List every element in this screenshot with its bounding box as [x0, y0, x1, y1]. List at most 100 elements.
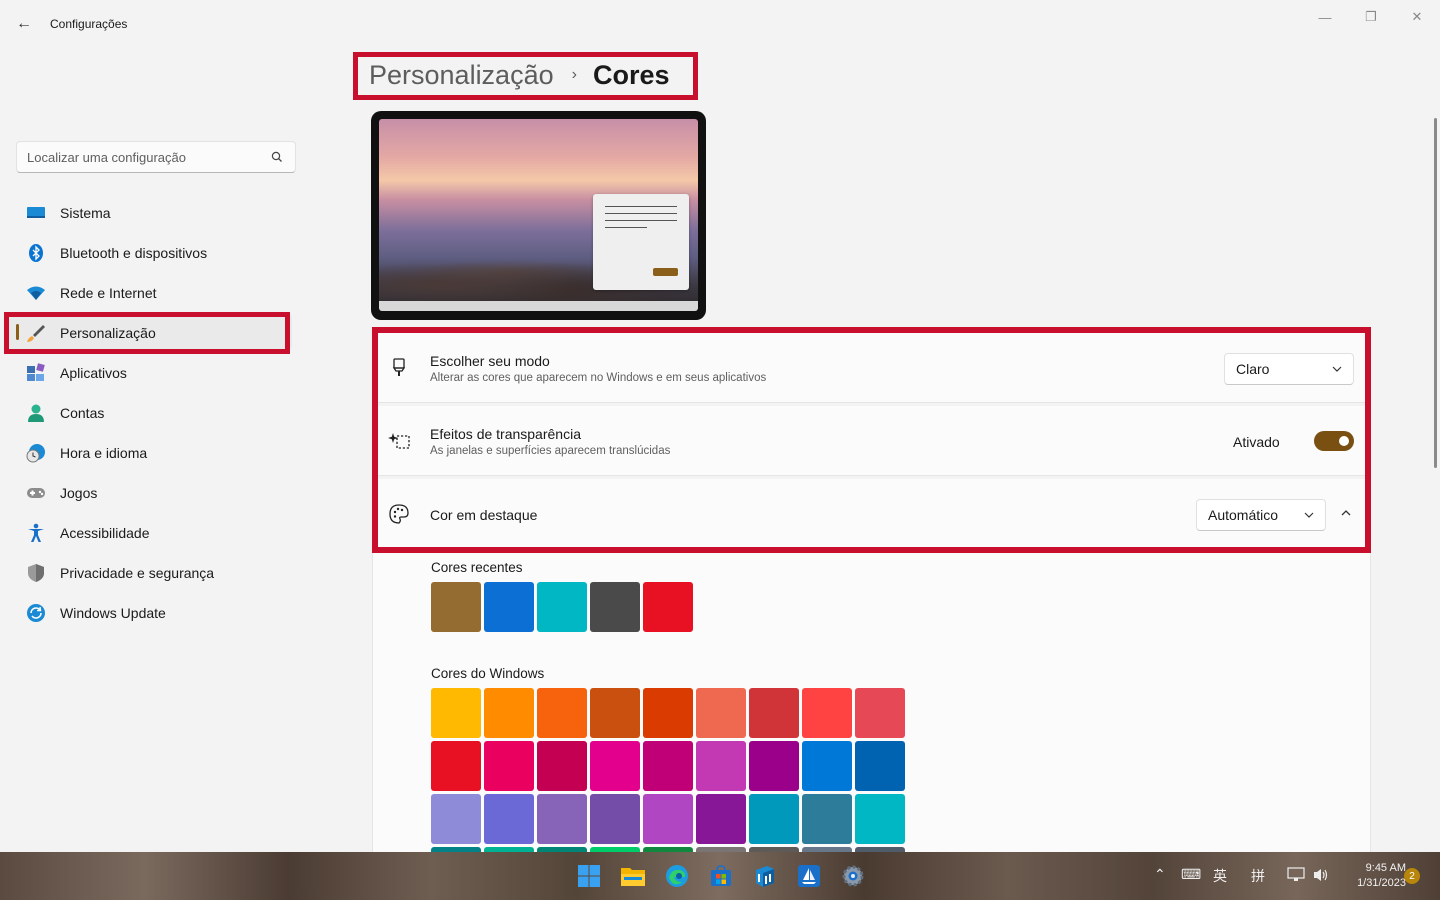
mode-dropdown-value: Claro [1236, 361, 1270, 377]
breadcrumb-chevron-icon: › [571, 66, 577, 83]
windows-color-swatch[interactable] [643, 688, 693, 738]
recent-color-swatch[interactable] [643, 582, 693, 632]
sidebar-item-personalizacao[interactable]: Personalização [8, 314, 292, 350]
sidebar-item-label: Jogos [60, 485, 98, 501]
sidebar-item-label: Personalização [60, 325, 156, 341]
sidebar-item-label: Privacidade e segurança [60, 565, 215, 581]
windows-color-swatch[interactable] [855, 688, 905, 738]
settings-search-box[interactable] [16, 141, 296, 173]
accent-color-dropdown[interactable]: Automático [1196, 499, 1326, 531]
brush-icon [26, 323, 46, 343]
maximize-button[interactable]: ❐ [1348, 6, 1394, 28]
ime-name-indicator[interactable]: 拼 [1251, 866, 1265, 886]
windows-color-swatch[interactable] [484, 688, 534, 738]
windows-color-swatch[interactable] [749, 741, 799, 791]
ime-mode-indicator[interactable]: 英 [1213, 866, 1227, 886]
breadcrumb-parent-link[interactable]: Personalização [369, 60, 554, 91]
sidebar-item-sistema[interactable]: Sistema [8, 194, 292, 230]
page-scrollbar[interactable] [1434, 118, 1437, 468]
search-icon[interactable] [269, 149, 285, 165]
windows-color-swatch[interactable] [484, 794, 534, 844]
windows-color-swatch[interactable] [696, 741, 746, 791]
collapse-button[interactable] [1332, 499, 1360, 527]
sidebar-item-acessibilidade[interactable]: Acessibilidade [8, 514, 292, 550]
sidebar-item-hora-idioma[interactable]: Hora e idioma [8, 434, 292, 470]
windows-color-swatch[interactable] [537, 688, 587, 738]
windows-color-swatch[interactable] [643, 794, 693, 844]
windows-color-swatch[interactable] [431, 794, 481, 844]
sidebar-item-label: Aplicativos [60, 365, 127, 381]
edge-icon[interactable] [663, 862, 691, 890]
sidebar-item-privacidade[interactable]: Privacidade e segurança [8, 554, 292, 590]
accent-color-setting-card[interactable]: Cor em destaque Automático [378, 479, 1365, 547]
back-button[interactable]: ← [12, 12, 36, 36]
transparency-state-label: Ativado [1233, 434, 1280, 450]
transparency-setting-card: Efeitos de transparência As janelas e su… [378, 406, 1365, 476]
sidebar-item-label: Acessibilidade [60, 525, 150, 541]
chevron-down-icon [1304, 512, 1314, 518]
windows-color-swatch[interactable] [590, 688, 640, 738]
windows-color-swatch[interactable] [696, 688, 746, 738]
notification-badge[interactable]: 2 [1404, 868, 1420, 884]
windows-color-swatch[interactable] [431, 741, 481, 791]
volume-icon[interactable] [1312, 867, 1330, 883]
windows-color-swatch[interactable] [749, 794, 799, 844]
back-arrow-icon: ← [16, 15, 32, 32]
windows-color-swatch[interactable] [590, 794, 640, 844]
store-icon[interactable] [707, 862, 735, 890]
network-status-icon[interactable] [1287, 867, 1305, 883]
windows-color-swatch[interactable] [431, 688, 481, 738]
recent-color-swatch[interactable] [484, 582, 534, 632]
windows-color-swatch[interactable] [749, 688, 799, 738]
taskbar: ⌃ ⌨ 英 拼 9:45 AM 1/31/2023 [0, 852, 1440, 900]
mode-setting-card: Escolher seu modo Alterar as cores que a… [378, 333, 1365, 403]
minimize-button[interactable]: — [1302, 6, 1348, 28]
windows-color-swatch[interactable] [802, 688, 852, 738]
sidebar-item-bluetooth[interactable]: Bluetooth e dispositivos [8, 234, 292, 270]
windows-color-swatch[interactable] [802, 741, 852, 791]
settings-icon[interactable] [839, 862, 867, 890]
start-icon[interactable] [575, 862, 603, 890]
preview-window-line [605, 220, 677, 221]
chevron-down-icon [1332, 366, 1342, 372]
recent-color-swatch[interactable] [590, 582, 640, 632]
sidebar-item-jogos[interactable]: Jogos [8, 474, 292, 510]
sidebar-item-windows-update[interactable]: Windows Update [8, 594, 292, 630]
recent-color-swatch[interactable] [431, 582, 481, 632]
accent-color-panel: Cores recentes Cores do Windows [372, 553, 1371, 897]
windows-color-swatch[interactable] [643, 741, 693, 791]
windows-color-swatch[interactable] [855, 741, 905, 791]
update-icon [26, 603, 46, 623]
network-app-icon[interactable] [751, 862, 779, 890]
recent-color-swatch[interactable] [537, 582, 587, 632]
sidebar-item-contas[interactable]: Contas [8, 394, 292, 430]
windows-color-swatch[interactable] [802, 794, 852, 844]
transparency-setting-description: As janelas e superfícies aparecem transl… [430, 445, 671, 457]
search-input[interactable] [27, 148, 262, 166]
close-button[interactable]: ✕ [1394, 6, 1440, 28]
sidebar-item-label: Contas [60, 405, 105, 421]
taskbar-clock[interactable]: 9:45 AM 1/31/2023 [1336, 861, 1406, 891]
windows-color-swatch[interactable] [537, 794, 587, 844]
bluetooth-icon [26, 243, 46, 263]
palette-icon [388, 503, 410, 525]
windows-color-swatch[interactable] [855, 794, 905, 844]
sidebar-item-aplicativos[interactable]: Aplicativos [8, 354, 292, 390]
app-title: Configurações [50, 17, 128, 31]
keyboard-icon[interactable]: ⌨ [1181, 866, 1201, 883]
tray-overflow-chevron-icon[interactable]: ⌃ [1154, 866, 1166, 883]
toggle-knob [1339, 436, 1349, 446]
gamepad-icon [26, 483, 46, 503]
windows-color-swatch[interactable] [696, 794, 746, 844]
transparency-toggle[interactable] [1314, 431, 1354, 451]
windows-color-swatch[interactable] [590, 741, 640, 791]
sidebar-item-label: Hora e idioma [60, 445, 148, 461]
mode-dropdown[interactable]: Claro [1224, 353, 1354, 385]
file-explorer-icon[interactable] [619, 862, 647, 890]
sailboat-app-icon[interactable] [795, 862, 823, 890]
preview-taskbar [379, 301, 698, 311]
shield-icon [26, 563, 46, 583]
sidebar-item-rede[interactable]: Rede e Internet [8, 274, 292, 310]
windows-color-swatch[interactable] [537, 741, 587, 791]
windows-color-swatch[interactable] [484, 741, 534, 791]
